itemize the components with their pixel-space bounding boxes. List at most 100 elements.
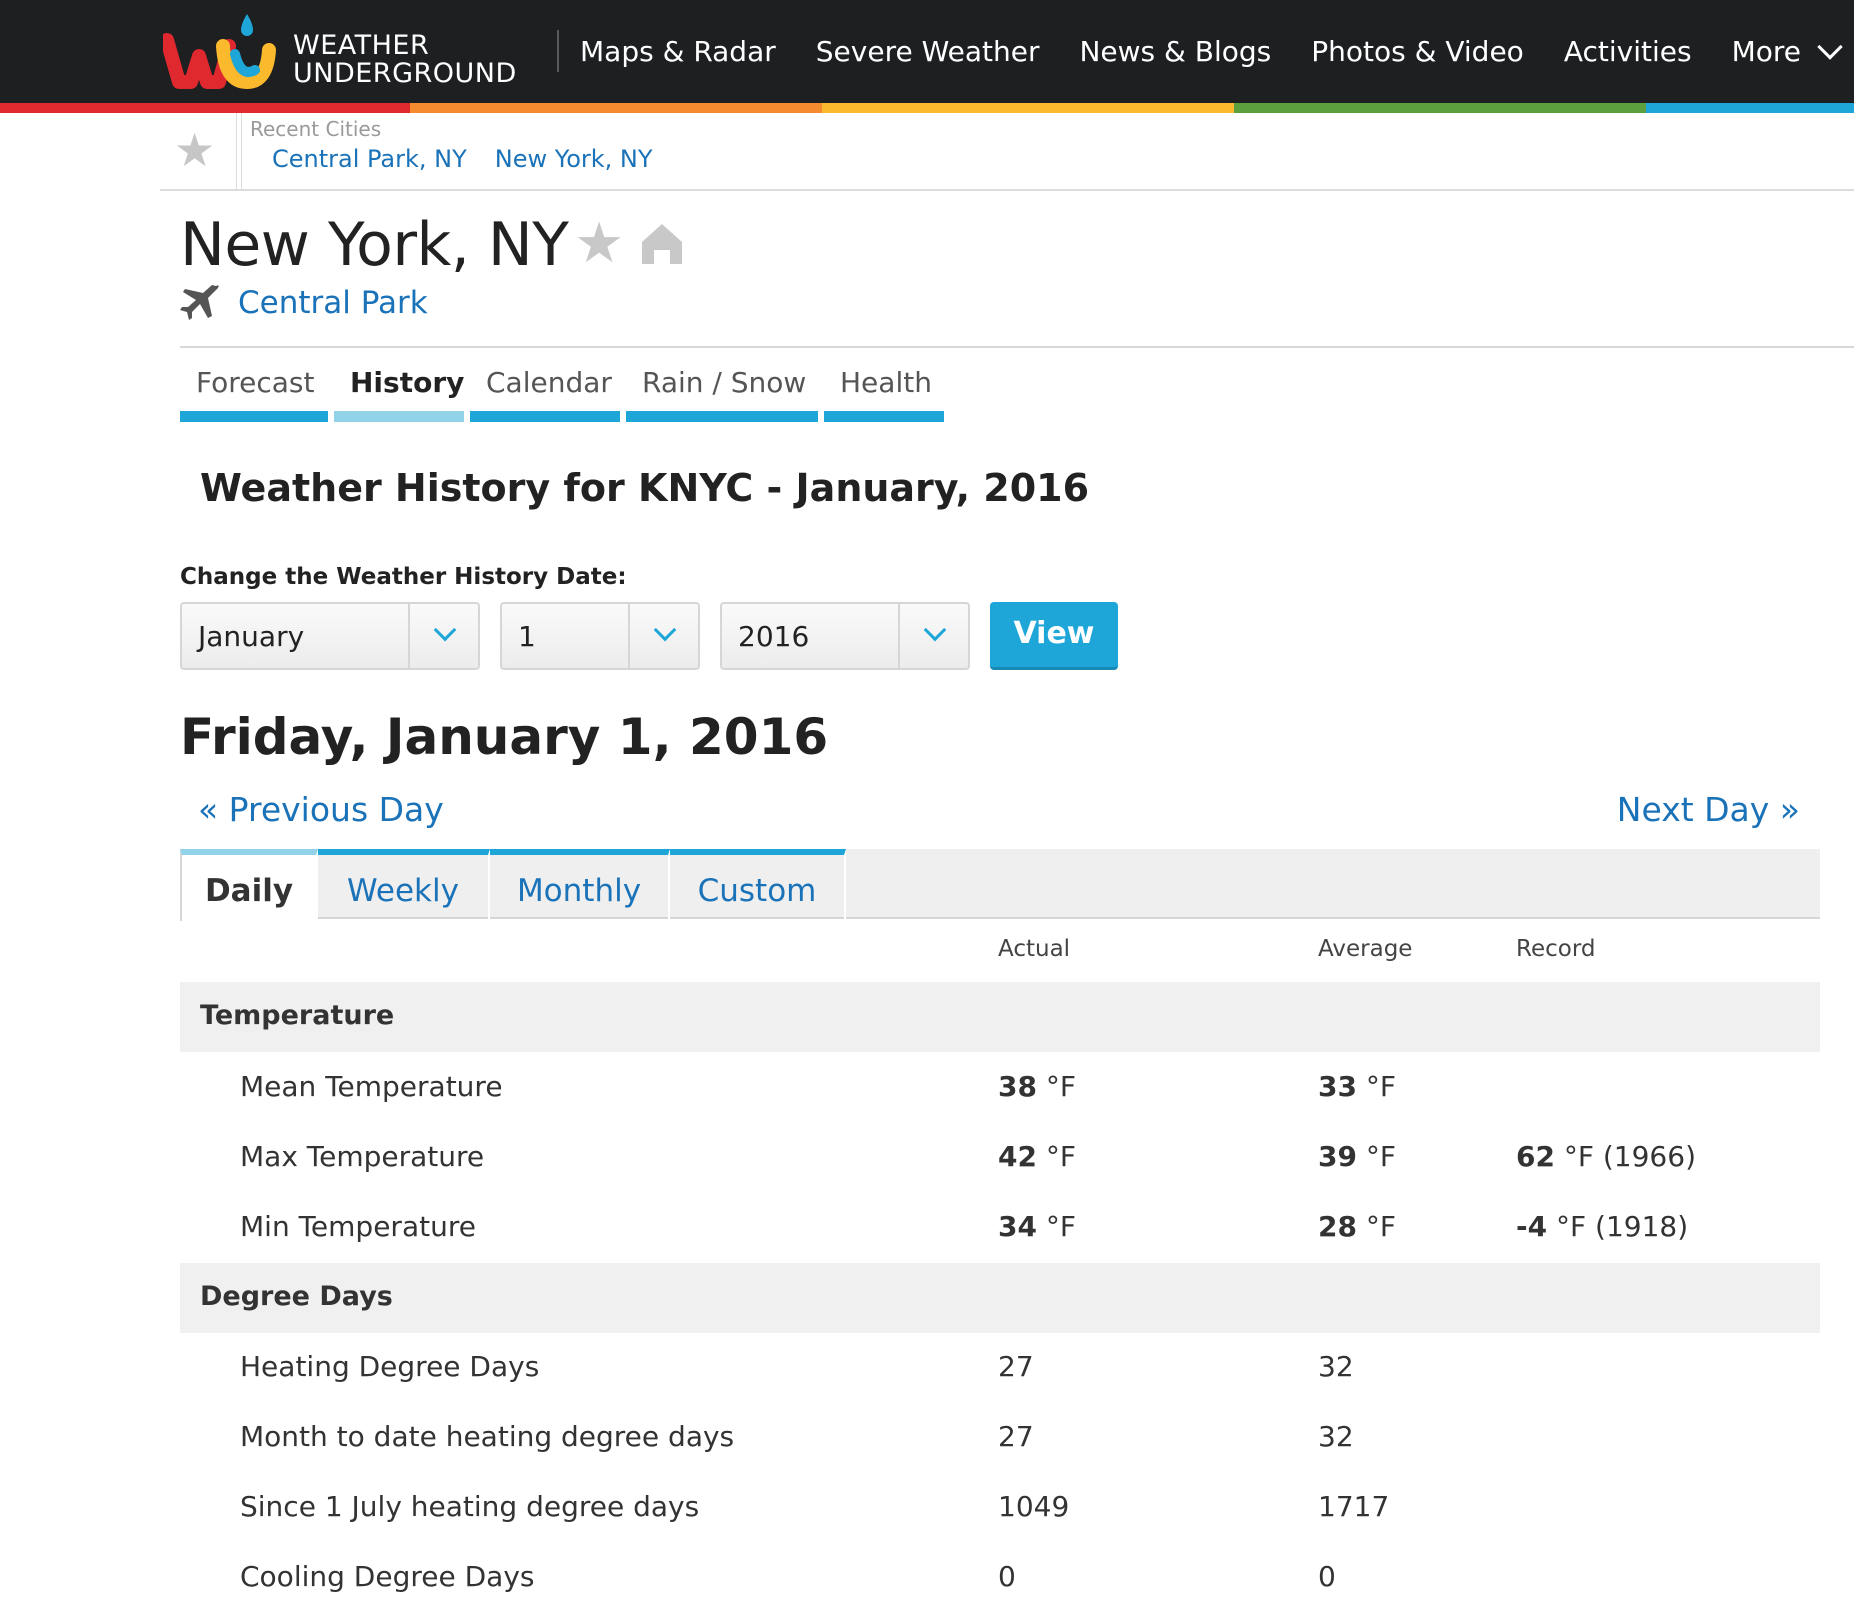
- day-select[interactable]: 1: [500, 602, 700, 670]
- top-nav-bar: WEATHER UNDERGROUND Maps & Radar Severe …: [0, 0, 1854, 103]
- cell-value: 34: [998, 1210, 1037, 1243]
- previous-day-link[interactable]: « Previous Day: [198, 790, 444, 829]
- column-header-actual: Actual: [998, 936, 1071, 962]
- section-title: Degree Days: [200, 1281, 393, 1312]
- tab-underline: [470, 411, 620, 422]
- row-label: Heating Degree Days: [240, 1350, 540, 1383]
- cell-value: -4: [1516, 1210, 1548, 1243]
- month-select[interactable]: January: [180, 602, 480, 670]
- tab-forecast-label: Forecast: [196, 366, 315, 399]
- history-title: Weather History for KNYC - January, 2016: [200, 466, 1090, 510]
- cell-average: 39 °F: [1318, 1140, 1396, 1173]
- chevron-down-icon: [653, 618, 677, 642]
- tab-daily[interactable]: Daily: [180, 849, 318, 921]
- tab-weekly[interactable]: Weekly: [318, 849, 490, 919]
- cell-average: 33 °F: [1318, 1070, 1396, 1103]
- add-favorite-star-icon[interactable]: ★: [574, 214, 624, 274]
- cell-unit: °F: [1365, 1070, 1396, 1103]
- cell-unit: °F (1966): [1563, 1140, 1696, 1173]
- year-select-arrow: [898, 604, 968, 668]
- cell-value: 42: [998, 1140, 1037, 1173]
- tab-forecast[interactable]: Forecast: [180, 360, 328, 422]
- view-button[interactable]: View: [990, 602, 1118, 670]
- nav-divider: [557, 30, 559, 72]
- chevron-down-icon: [923, 618, 947, 642]
- cell-average: 32: [1318, 1420, 1354, 1453]
- day-select-value: 1: [518, 620, 536, 653]
- recent-cities-label: Recent Cities: [250, 117, 382, 141]
- chevron-down-icon: [433, 618, 457, 642]
- column-header-average: Average: [1318, 936, 1413, 962]
- period-tabs: Daily Weekly Monthly Custom: [180, 849, 1820, 921]
- tab-calendar-label: Calendar: [486, 366, 612, 399]
- cell-unit: °F: [1365, 1140, 1396, 1173]
- section-temperature: Temperature: [180, 982, 1820, 1052]
- tab-health-label: Health: [840, 366, 932, 399]
- day-title: Friday, January 1, 2016: [180, 708, 829, 766]
- home-icon[interactable]: [640, 222, 684, 266]
- nav-more-label: More: [1731, 35, 1801, 68]
- color-stripe: [0, 103, 1854, 113]
- wu-logo[interactable]: WEATHER UNDERGROUND: [163, 10, 523, 90]
- station-link[interactable]: Central Park: [238, 285, 428, 321]
- tab-custom[interactable]: Custom: [670, 849, 846, 919]
- nav-maps-radar[interactable]: Maps & Radar: [580, 35, 776, 68]
- tab-rain-snow[interactable]: Rain / Snow: [626, 360, 818, 422]
- month-select-value: January: [198, 620, 305, 653]
- tab-history-label: History: [350, 366, 465, 399]
- chevron-down-icon: [1817, 33, 1843, 60]
- nav-activities[interactable]: Activities: [1564, 35, 1692, 68]
- cell-average: 28 °F: [1318, 1210, 1396, 1243]
- cell-value: 28: [1318, 1210, 1357, 1243]
- recent-cities-bar: ★ Recent Cities Central Park, NY New Yor…: [160, 113, 1854, 191]
- cell-unit: °F: [1045, 1210, 1076, 1243]
- row-label: Month to date heating degree days: [240, 1420, 735, 1453]
- cell-record: 62 °F (1966): [1516, 1140, 1696, 1173]
- tab-underline: [626, 411, 818, 422]
- recent-city-central-park[interactable]: Central Park, NY: [272, 145, 467, 173]
- tab-history[interactable]: History: [334, 360, 464, 422]
- city-title: New York, NY: [180, 210, 569, 280]
- logo-wordmark: WEATHER UNDERGROUND: [293, 32, 517, 88]
- recent-divider: [236, 113, 242, 191]
- cell-record: -4 °F (1918): [1516, 1210, 1688, 1243]
- recent-cities-list: Central Park, NY New York, NY: [272, 145, 681, 173]
- nav-news-blogs[interactable]: News & Blogs: [1079, 35, 1271, 68]
- airplane-icon: [180, 285, 219, 320]
- next-day-link[interactable]: Next Day »: [1617, 790, 1800, 829]
- nav-more-menu[interactable]: More: [1731, 33, 1843, 68]
- cell-unit: °F: [1365, 1210, 1396, 1243]
- year-select[interactable]: 2016: [720, 602, 970, 670]
- nav-severe-weather[interactable]: Severe Weather: [816, 35, 1040, 68]
- logo-line-1: WEATHER: [293, 30, 430, 61]
- cell-unit: °F: [1045, 1140, 1076, 1173]
- stripe-red: [0, 103, 410, 113]
- header-divider: [180, 346, 1854, 348]
- cell-actual: 27: [998, 1420, 1034, 1453]
- cell-actual: 38 °F: [998, 1070, 1076, 1103]
- stripe-orange: [410, 103, 822, 113]
- tab-underline-active: [334, 411, 464, 422]
- cell-actual: 1049: [998, 1490, 1070, 1523]
- tab-monthly[interactable]: Monthly: [490, 849, 670, 919]
- favorites-star-icon[interactable]: ★: [174, 127, 215, 173]
- wu-logo-icon: [163, 14, 276, 90]
- cell-value: 38: [998, 1070, 1037, 1103]
- tab-underline: [180, 411, 328, 422]
- day-select-arrow: [628, 604, 698, 668]
- recent-city-new-york[interactable]: New York, NY: [495, 145, 653, 173]
- row-label: Cooling Degree Days: [240, 1560, 535, 1593]
- row-label: Mean Temperature: [240, 1070, 503, 1103]
- tab-calendar[interactable]: Calendar: [470, 360, 620, 422]
- nav-photos-video[interactable]: Photos & Video: [1311, 35, 1524, 68]
- cell-actual: 42 °F: [998, 1140, 1076, 1173]
- month-select-arrow: [408, 604, 478, 668]
- tab-underline: [824, 411, 944, 422]
- cell-actual: 34 °F: [998, 1210, 1076, 1243]
- cell-average: 1717: [1318, 1490, 1390, 1523]
- section-degree-days: Degree Days: [180, 1263, 1820, 1333]
- tab-health[interactable]: Health: [824, 360, 944, 422]
- row-label: Min Temperature: [240, 1210, 476, 1243]
- date-picker-label: Change the Weather History Date:: [180, 564, 627, 590]
- cell-value: 33: [1318, 1070, 1357, 1103]
